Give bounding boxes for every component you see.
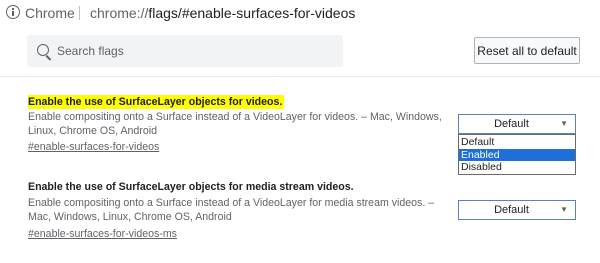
select-value: Default	[494, 118, 529, 130]
flag-permalink[interactable]: #enable-surfaces-for-videos-ms	[28, 228, 177, 240]
info-icon[interactable]	[6, 5, 20, 19]
url-host: chrome://	[90, 5, 149, 21]
flag-description-line: Enable compositing onto a Surface instea…	[28, 197, 435, 209]
flag-description-line: Enable compositing onto a Surface instea…	[28, 111, 442, 123]
dropdown-arrow-icon: ▼	[560, 205, 568, 214]
flag-title: Enable the use of SurfaceLayer objects f…	[28, 181, 354, 193]
omnibox-divider	[79, 6, 80, 20]
dropdown-arrow-icon: ▼	[560, 119, 568, 128]
flag-description-line: Linux, Chrome OS, Android	[28, 125, 157, 137]
search-icon	[37, 44, 49, 56]
reset-all-button[interactable]: Reset all to default	[474, 37, 580, 64]
flag-description-line: Mac, Windows, Linux, Chrome OS, Android	[28, 211, 232, 223]
flag-state-select[interactable]: Default ▼	[458, 200, 576, 220]
flag-state-dropdown[interactable]: Default Enabled Disabled	[458, 134, 576, 175]
search-box[interactable]	[27, 35, 343, 67]
select-value: Default	[494, 204, 529, 216]
flag-state-select[interactable]: Default ▼	[458, 114, 576, 134]
flag-title: Enable the use of SurfaceLayer objects f…	[28, 95, 285, 109]
omnibox[interactable]: Chrome chrome://flags/#enable-surfaces-f…	[0, 0, 600, 28]
flag-description: Enable compositing onto a Surface instea…	[28, 196, 434, 224]
header-divider	[0, 76, 600, 77]
search-input[interactable]	[57, 35, 337, 67]
url-text[interactable]: chrome://flags/#enable-surfaces-for-vide…	[90, 5, 355, 21]
dropdown-option-default[interactable]: Default	[459, 136, 575, 148]
dropdown-option-enabled[interactable]: Enabled	[459, 149, 575, 161]
url-path: flags/#enable-surfaces-for-videos	[148, 5, 356, 21]
dropdown-option-disabled[interactable]: Disabled	[459, 161, 575, 173]
flag-description: Enable compositing onto a Surface instea…	[28, 110, 442, 138]
site-label: Chrome	[25, 5, 75, 21]
flag-permalink[interactable]: #enable-surfaces-for-videos	[28, 141, 159, 153]
